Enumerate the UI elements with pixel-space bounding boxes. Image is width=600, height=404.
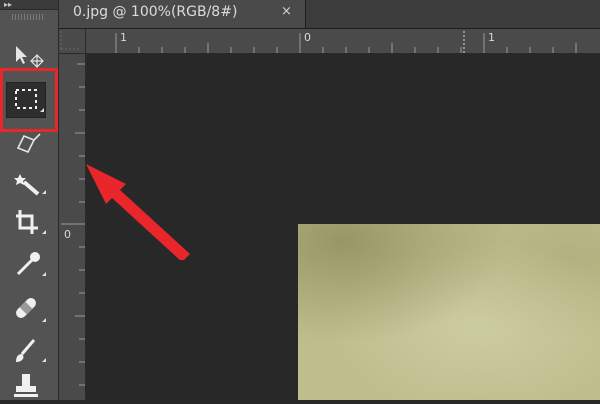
tool-magic-wand[interactable] [4,164,48,198]
close-icon[interactable]: × [281,4,292,19]
panel-grip[interactable] [12,14,44,20]
magic-wand-icon [14,174,46,196]
brush-tool-icon [16,339,46,362]
tool-eyedropper[interactable] [4,246,48,280]
horizontal-ruler-ticks [115,31,577,53]
document-tab-title: 0.jpg @ 100%(RGB/8#) [73,4,238,20]
tool-crop[interactable] [4,204,48,238]
tool-brush[interactable] [4,332,48,366]
ruler-label: 1 [120,31,127,44]
crop-tool-icon [16,210,46,234]
clone-stamp-icon [14,374,38,397]
ruler-label: 0 [64,228,71,241]
collapse-panel-icon[interactable]: ▸▸ [0,0,58,10]
eyedropper-icon [16,252,46,276]
document-tab-bar: 0.jpg @ 100%(RGB/8#) × [59,0,600,29]
horizontal-ruler[interactable]: 1 0 1 [86,29,600,54]
ruler-origin[interactable] [59,29,86,54]
tools-panel: ▸▸ [0,0,59,400]
tool-highlight-box [0,68,58,132]
tool-clone-stamp[interactable] [4,370,48,404]
document-image[interactable] [298,224,600,400]
annotation-arrow-icon [86,164,190,260]
tool-healing-brush[interactable] [4,292,48,326]
healing-brush-icon [16,298,46,322]
ruler-origin-marker [60,31,81,50]
ruler-label: 1 [488,31,495,44]
document-tab[interactable]: 0.jpg @ 100%(RGB/8#) × [59,0,306,28]
ruler-label: 0 [304,31,311,44]
